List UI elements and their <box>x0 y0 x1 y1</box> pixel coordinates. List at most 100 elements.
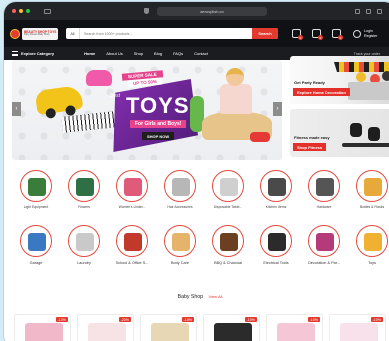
login-register[interactable]: Login Register <box>353 29 377 38</box>
category-label[interactable]: BBQ & Charcoal <box>214 261 242 265</box>
product-image[interactable] <box>151 323 189 341</box>
product-image[interactable] <box>88 323 126 341</box>
category-item[interactable]: Toys <box>348 225 389 265</box>
compare-icon[interactable]: 0 <box>312 29 323 40</box>
minimize-window-dot[interactable] <box>19 9 23 13</box>
category-image[interactable] <box>68 170 100 202</box>
category-image[interactable] <box>308 170 340 202</box>
shop-now-button[interactable]: SHOP NOW <box>142 132 175 140</box>
category-item[interactable]: School & Office S... <box>108 225 156 265</box>
share-icon[interactable] <box>355 8 360 14</box>
nav-link-home[interactable]: Home <box>84 51 95 56</box>
category-label[interactable]: Light Equipment <box>24 205 49 209</box>
site-logo[interactable]: BEAUTY SHOP TOYS Party Fitness Baby Shop <box>10 27 58 40</box>
product-image[interactable] <box>214 323 252 341</box>
search-category-select[interactable]: All <box>66 28 80 39</box>
category-item[interactable]: Body Care <box>156 225 204 265</box>
nav-link-faqs[interactable]: FAQs <box>173 51 183 56</box>
category-item[interactable]: Disposable Table... <box>204 170 252 209</box>
category-image[interactable] <box>164 170 196 202</box>
category-image[interactable] <box>116 225 148 257</box>
wishlist-count-badge: 0 <box>298 35 303 40</box>
category-image[interactable] <box>164 225 196 257</box>
cart-icon[interactable]: 0 <box>332 29 343 40</box>
login-text: Login Register <box>364 29 377 38</box>
shop-fitness-button[interactable]: Shop Fitness <box>293 143 327 151</box>
explore-category-button[interactable]: Explore Category <box>12 51 54 56</box>
product-image[interactable] <box>25 323 63 341</box>
category-image[interactable] <box>356 225 388 257</box>
category-label[interactable]: Electrical Tools <box>263 261 288 265</box>
category-label[interactable]: Garage <box>30 261 43 265</box>
category-item[interactable]: Decoration & Par... <box>300 225 348 265</box>
category-image[interactable] <box>308 225 340 257</box>
category-item[interactable]: Flowers <box>60 170 108 209</box>
slider-next-button[interactable]: › <box>273 102 282 116</box>
category-label[interactable]: Kitchen Items <box>266 205 287 209</box>
category-item[interactable]: Women's Under... <box>108 170 156 209</box>
category-label[interactable]: Laundry <box>77 261 91 265</box>
product-card[interactable]: -15% <box>140 314 197 341</box>
category-item[interactable]: Electrical Tools <box>252 225 300 265</box>
category-item[interactable]: Hair Accessories <box>156 170 204 209</box>
category-label[interactable]: Women's Under... <box>119 205 146 209</box>
search-input[interactable] <box>80 28 252 39</box>
track-order-link[interactable]: Track your order <box>354 52 380 56</box>
close-window-dot[interactable] <box>12 9 16 13</box>
category-label[interactable]: Decoration & Par... <box>308 261 340 265</box>
compare-count-badge: 0 <box>318 35 323 40</box>
category-item[interactable]: Kitchen Items <box>252 170 300 209</box>
category-image[interactable] <box>20 170 52 202</box>
product-card[interactable]: -10% <box>203 314 260 341</box>
product-card[interactable]: -10% <box>329 314 386 341</box>
fitness-banner[interactable]: Fitness made easy Shop Fitness <box>290 109 389 157</box>
category-item[interactable]: Garage <box>12 225 60 265</box>
category-item[interactable]: Hardware <box>300 170 348 209</box>
site-header: BEAUTY SHOP TOYS Party Fitness Baby Shop… <box>4 20 389 47</box>
category-label[interactable]: Toys <box>368 261 376 265</box>
party-banner[interactable]: Get Party Ready Explore Home Decoration <box>290 56 389 104</box>
nav-link-blog[interactable]: Blog <box>154 51 162 56</box>
view-all-link[interactable]: View All <box>208 294 222 299</box>
product-image[interactable] <box>277 323 315 341</box>
search-button[interactable]: Search <box>252 28 278 39</box>
category-thumbnail <box>76 178 94 196</box>
category-label[interactable]: Bottles & Flasks <box>360 205 384 209</box>
hero-banner[interactable]: SUPER SALE UP TO 50% Best TOYS For Girls… <box>12 60 282 160</box>
product-image[interactable] <box>340 323 378 341</box>
category-image[interactable] <box>260 225 292 257</box>
category-image[interactable] <box>356 170 388 202</box>
slider-prev-button[interactable]: ‹ <box>12 102 21 116</box>
nav-link-shop[interactable]: Shop <box>134 51 143 56</box>
new-tab-icon[interactable] <box>366 8 371 14</box>
discount-badge: -13% <box>55 317 68 322</box>
category-label[interactable]: Disposable Table... <box>214 205 243 209</box>
address-bar[interactable]: aerusplish.co <box>157 6 267 16</box>
wishlist-icon[interactable]: 0 <box>292 29 303 40</box>
nav-link-contact[interactable]: Contact <box>194 51 208 56</box>
product-card[interactable]: -10% <box>266 314 323 341</box>
category-label[interactable]: Flowers <box>78 205 90 209</box>
category-label[interactable]: Body Care <box>171 261 189 265</box>
sidebar-toggle-icon[interactable] <box>44 8 51 14</box>
category-label[interactable]: Hair Accessories <box>167 205 192 209</box>
explore-decoration-button[interactable]: Explore Home Decoration <box>293 88 350 96</box>
nav-link-about[interactable]: About Us <box>106 51 122 56</box>
category-image[interactable] <box>68 225 100 257</box>
category-item[interactable]: Bottles & Flasks <box>348 170 389 209</box>
category-label[interactable]: School & Office S... <box>116 261 149 265</box>
tabs-overview-icon[interactable] <box>377 8 382 14</box>
maximize-window-dot[interactable] <box>26 9 30 13</box>
category-item[interactable]: Light Equipment <box>12 170 60 209</box>
category-item[interactable]: Laundry <box>60 225 108 265</box>
category-image[interactable] <box>260 170 292 202</box>
category-image[interactable] <box>212 225 244 257</box>
product-card[interactable]: -20% <box>77 314 134 341</box>
category-item[interactable]: BBQ & Charcoal <box>204 225 252 265</box>
shield-icon[interactable] <box>144 8 149 14</box>
category-image[interactable] <box>20 225 52 257</box>
category-image[interactable] <box>212 170 244 202</box>
category-label[interactable]: Hardware <box>317 205 332 209</box>
category-image[interactable] <box>116 170 148 202</box>
product-card[interactable]: -13% <box>14 314 71 341</box>
